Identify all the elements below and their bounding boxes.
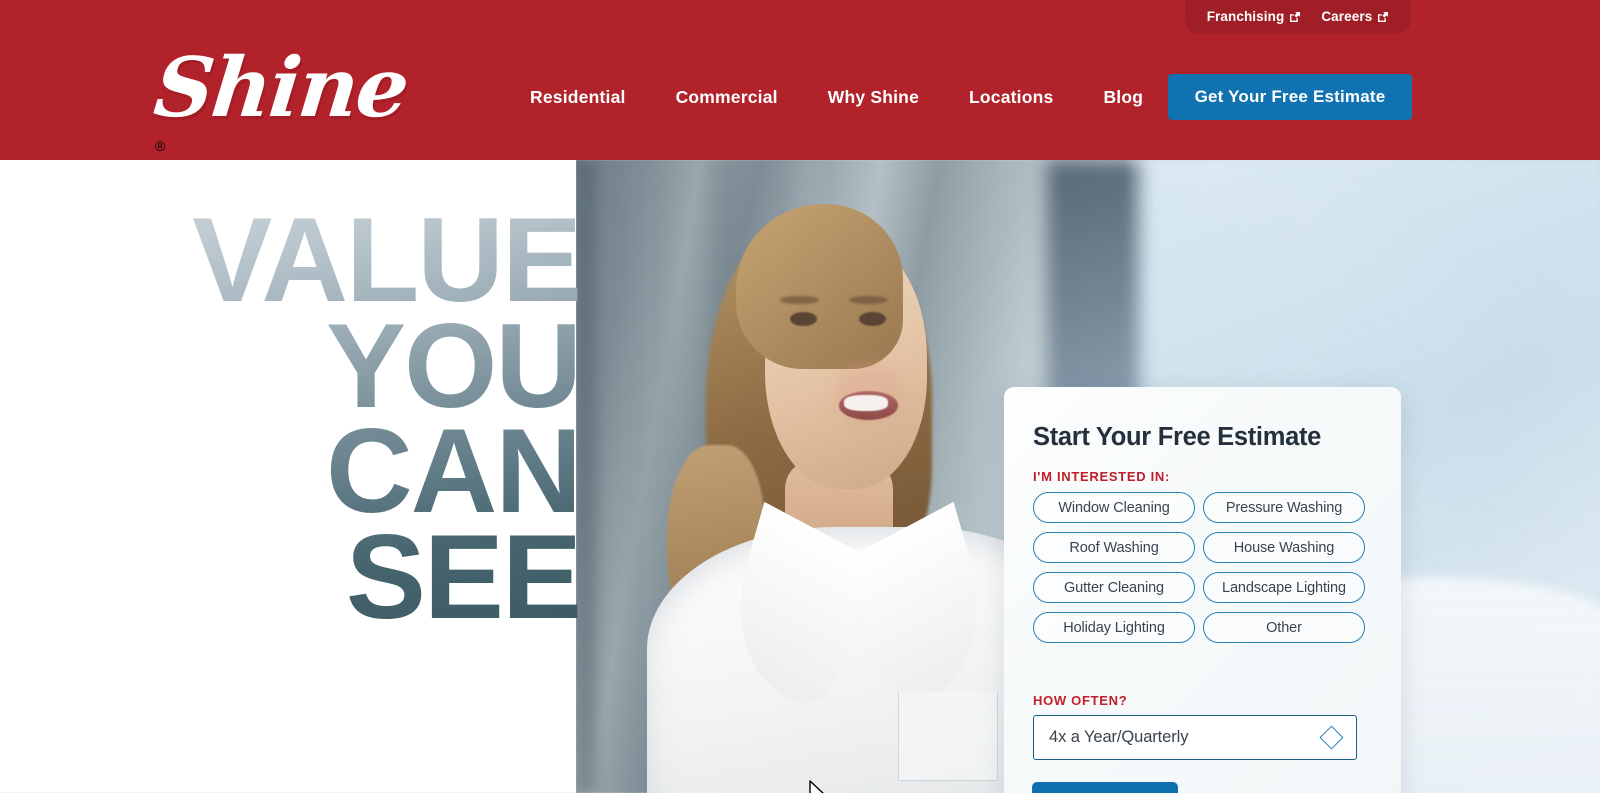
- utility-link-careers-label: Careers: [1321, 9, 1373, 25]
- chevron-down-icon: [1319, 725, 1344, 750]
- service-pill-roof-washing[interactable]: Roof Washing: [1033, 532, 1195, 563]
- person-teeth: [843, 395, 889, 411]
- site-header: Franchising Careers Shine® Residential C…: [0, 0, 1600, 160]
- nav-item-why-shine[interactable]: Why Shine: [803, 87, 944, 108]
- page-root: Franchising Careers Shine® Residential C…: [0, 0, 1600, 793]
- get-your-free-estimate-button[interactable]: Get Your Free Estimate: [1168, 74, 1412, 120]
- estimate-form-card: Start Your Free Estimate I'M INTERESTED …: [1004, 387, 1401, 793]
- service-pill-other[interactable]: Other: [1203, 612, 1365, 643]
- utility-link-franchising[interactable]: Franchising: [1207, 10, 1302, 24]
- service-pill-landscape-lighting[interactable]: Landscape Lighting: [1203, 572, 1365, 603]
- form-title: Start Your Free Estimate: [1033, 423, 1322, 451]
- registered-trademark-icon: ®: [155, 138, 166, 154]
- service-pill-gutter-cleaning[interactable]: Gutter Cleaning: [1033, 572, 1195, 603]
- nav-item-commercial[interactable]: Commercial: [651, 87, 803, 108]
- service-pill-group: Window Cleaning Pressure Washing Roof Wa…: [1033, 492, 1373, 643]
- nav-item-blog[interactable]: Blog: [1078, 87, 1168, 108]
- frequency-select-value: 4x a Year/Quarterly: [1049, 728, 1189, 746]
- service-pill-house-washing[interactable]: House Washing: [1203, 532, 1365, 563]
- service-pill-holiday-lighting[interactable]: Holiday Lighting: [1033, 612, 1195, 643]
- shine-logo[interactable]: Shine ®: [150, 38, 412, 154]
- utility-bar: Franchising Careers: [1185, 0, 1411, 34]
- frequency-select[interactable]: 4x a Year/Quarterly: [1033, 715, 1357, 760]
- external-link-icon: [1377, 11, 1389, 23]
- service-pill-pressure-washing[interactable]: Pressure Washing: [1203, 492, 1365, 523]
- hero-headline: VALUE YOU CAN SEE: [0, 200, 582, 637]
- get-started-button[interactable]: Get Started: [1032, 782, 1178, 793]
- person-eye-right: [858, 311, 886, 326]
- nav-item-residential[interactable]: Residential: [505, 87, 651, 108]
- person-eye-left: [789, 311, 817, 326]
- person-hair-front: [735, 204, 903, 369]
- how-often-label: HOW OFTEN?: [1033, 693, 1128, 708]
- hero-section: VALUE YOU CAN SEE Satisfaction you can f…: [0, 160, 1600, 793]
- interested-in-label: I'M INTERESTED IN:: [1033, 469, 1171, 484]
- utility-link-careers[interactable]: Careers: [1321, 10, 1389, 24]
- main-nav: Residential Commercial Why Shine Locatio…: [505, 74, 1168, 120]
- shine-logo-wordmark: Shine: [149, 40, 412, 136]
- hero-left-panel: VALUE YOU CAN SEE Satisfaction you can f…: [0, 160, 582, 793]
- person-shirt-pocket: [897, 691, 999, 782]
- external-link-icon: [1289, 11, 1301, 23]
- utility-link-franchising-label: Franchising: [1206, 9, 1285, 25]
- nav-item-locations[interactable]: Locations: [944, 87, 1078, 108]
- service-pill-window-cleaning[interactable]: Window Cleaning: [1033, 492, 1195, 523]
